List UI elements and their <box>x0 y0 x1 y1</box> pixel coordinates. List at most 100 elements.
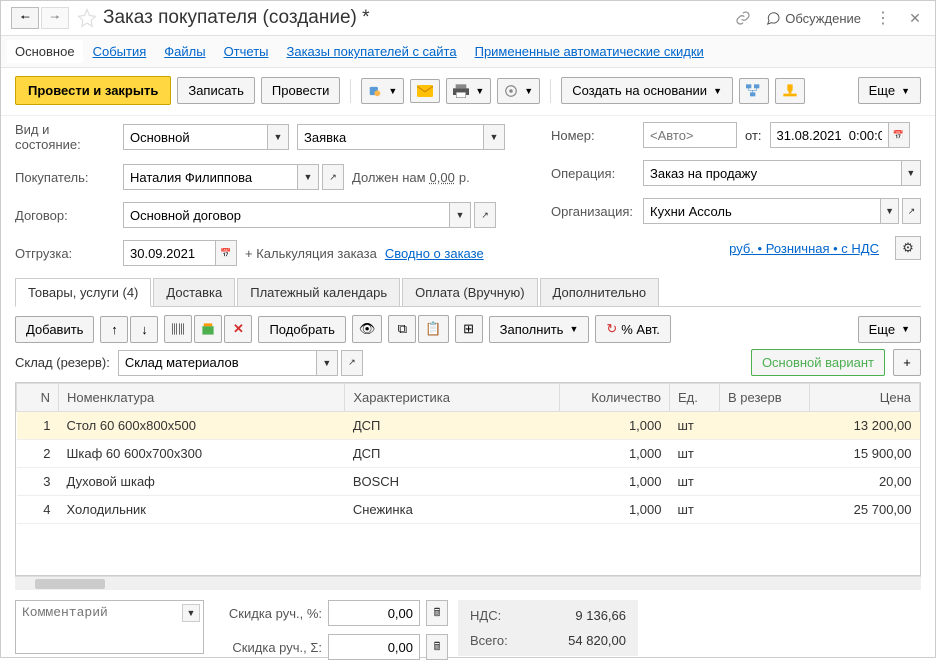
calc-link[interactable]: + Калькуляция заказа <box>245 246 377 261</box>
subordination-button[interactable] <box>739 78 769 104</box>
contract-label: Договор: <box>15 208 115 223</box>
operation-input[interactable] <box>643 160 901 186</box>
date-calendar-icon[interactable]: 📅 <box>888 122 910 148</box>
variant-button[interactable]: Основной вариант <box>751 349 885 376</box>
cell-nomen: Духовой шкаф <box>59 468 345 496</box>
table-props-button[interactable]: ⊞ <box>455 315 483 343</box>
link-events[interactable]: События <box>93 44 147 59</box>
kind-input[interactable] <box>123 124 267 150</box>
table-row[interactable]: 3Духовой шкафBOSCH1,000шт20,00 <box>17 468 920 496</box>
horizontal-scrollbar[interactable] <box>15 576 921 590</box>
tab-goods[interactable]: Товары, услуги (4) <box>15 278 151 307</box>
calc-pct-icon[interactable]: 🖩 <box>426 600 448 626</box>
link-main[interactable]: Основное <box>7 40 83 63</box>
tab-additional[interactable]: Дополнительно <box>540 278 660 306</box>
more-menu-icon[interactable]: ⋮ <box>873 8 893 28</box>
save-button[interactable]: Записать <box>177 77 255 104</box>
link-icon[interactable] <box>733 8 753 28</box>
create-based-label: Создать на основании <box>572 83 707 98</box>
th-nomen[interactable]: Номенклатура <box>59 384 345 412</box>
currency-link[interactable]: руб. • Розничная • с НДС <box>729 241 879 256</box>
currency-config-icon[interactable]: ⚙ <box>895 236 921 260</box>
email-button[interactable] <box>410 79 440 103</box>
th-qty[interactable]: Количество <box>560 384 670 412</box>
calc-sum-icon[interactable]: 🖩 <box>426 634 448 660</box>
th-unit[interactable]: Ед. <box>670 384 720 412</box>
th-char[interactable]: Характеристика <box>345 384 560 412</box>
pct-auto-button[interactable]: ↻ % Авт. <box>595 315 671 343</box>
fill-button[interactable]: Заполнить▼ <box>489 316 590 343</box>
view-button[interactable]: 👁 <box>352 315 383 343</box>
move-down-button[interactable]: ↓ <box>130 316 158 343</box>
kind-dropdown-icon[interactable]: ▼ <box>267 124 289 150</box>
tab-payment[interactable]: Оплата (Вручную) <box>402 278 537 306</box>
more-label: Еще <box>869 83 895 98</box>
structure-button[interactable]: ▼ <box>497 78 540 104</box>
buyer-dropdown-icon[interactable]: ▼ <box>297 164 319 190</box>
store-dropdown-icon[interactable]: ▼ <box>316 350 338 376</box>
link-files[interactable]: Файлы <box>164 44 205 59</box>
fill-label: Заполнить <box>500 322 564 337</box>
table-row[interactable]: 4ХолодильникСнежинка1,000шт25 700,00 <box>17 496 920 524</box>
store-open-icon[interactable]: ↗ <box>341 350 363 376</box>
org-dropdown-icon[interactable]: ▼ <box>880 198 899 224</box>
contract-open-icon[interactable]: ↗ <box>474 202 496 228</box>
buyer-open-icon[interactable]: ↗ <box>322 164 344 190</box>
post-button[interactable]: Провести <box>261 77 341 104</box>
barcode-button[interactable] <box>164 315 192 343</box>
link-auto-discounts[interactable]: Примененные автоматические скидки <box>475 44 704 59</box>
number-input[interactable] <box>643 122 737 148</box>
paste-button[interactable]: 📋 <box>418 315 448 343</box>
close-button[interactable]: ✕ <box>905 8 925 28</box>
print-button[interactable]: ▼ <box>446 78 491 104</box>
table-row[interactable]: 2Шкаф 60 600х700х300ДСП1,000шт15 900,00 <box>17 440 920 468</box>
org-open-icon[interactable]: ↗ <box>902 198 921 224</box>
nav-forward-button[interactable]: 🠖 <box>41 7 69 29</box>
th-reserve[interactable]: В резерв <box>720 384 810 412</box>
stamp-button[interactable] <box>775 78 805 104</box>
link-site-orders[interactable]: Заказы покупателей с сайта <box>287 44 457 59</box>
copy-button[interactable]: ⧉ <box>388 315 416 343</box>
store-input[interactable] <box>118 350 316 376</box>
post-and-close-button[interactable]: Провести и закрыть <box>15 76 171 105</box>
th-n[interactable]: N <box>17 384 59 412</box>
attach-button[interactable]: ▼ <box>361 78 404 104</box>
favorite-star-icon[interactable] <box>77 8 97 28</box>
more-button[interactable]: Еще▼ <box>858 77 921 104</box>
state-dropdown-icon[interactable]: ▼ <box>483 124 505 150</box>
link-reports[interactable]: Отчеты <box>224 44 269 59</box>
operation-dropdown-icon[interactable]: ▼ <box>901 160 921 186</box>
tab-pay-calendar[interactable]: Платежный календарь <box>237 278 400 306</box>
ship-date-input[interactable] <box>123 240 215 266</box>
comment-input[interactable] <box>15 600 204 654</box>
tab-delivery[interactable]: Доставка <box>153 278 235 306</box>
th-price[interactable]: Цена <box>810 384 920 412</box>
move-up-button[interactable]: ↑ <box>100 316 128 343</box>
table-toolbar: Добавить ↑ ↓ ✕ Подобрать 👁 ⧉ 📋 ⊞ Заполни… <box>1 307 935 349</box>
discount-pct-input[interactable] <box>328 600 420 626</box>
contract-dropdown-icon[interactable]: ▼ <box>449 202 471 228</box>
comment-dropdown-icon[interactable]: ▼ <box>182 604 200 622</box>
number-label: Номер: <box>551 128 635 143</box>
pick-button[interactable]: Подобрать <box>258 316 345 343</box>
contract-input[interactable] <box>123 202 449 228</box>
nav-back-button[interactable]: 🠔 <box>11 7 39 29</box>
table-row[interactable]: 1Стол 60 600х800х500ДСП1,000шт13 200,00 <box>17 412 920 440</box>
cell-unit: шт <box>670 496 720 524</box>
cancel-row-button[interactable]: ✕ <box>224 315 252 343</box>
date-input[interactable] <box>770 122 888 148</box>
ship-calendar-icon[interactable]: 📅 <box>215 240 237 266</box>
add-variant-button[interactable]: + <box>893 349 921 376</box>
package-button[interactable] <box>194 315 222 343</box>
discuss-button[interactable]: Обсуждение <box>765 10 861 26</box>
buyer-input[interactable] <box>123 164 297 190</box>
state-input[interactable] <box>297 124 483 150</box>
table-more-button[interactable]: Еще▼ <box>858 316 921 343</box>
tabs: Товары, услуги (4) Доставка Платежный ка… <box>15 278 921 307</box>
org-input[interactable] <box>643 198 880 224</box>
summary-link[interactable]: Сводно о заказе <box>385 246 484 261</box>
discount-sum-input[interactable] <box>328 634 420 660</box>
create-based-button[interactable]: Создать на основании▼ <box>561 77 733 104</box>
add-row-button[interactable]: Добавить <box>15 316 94 343</box>
cell-n: 3 <box>17 468 59 496</box>
